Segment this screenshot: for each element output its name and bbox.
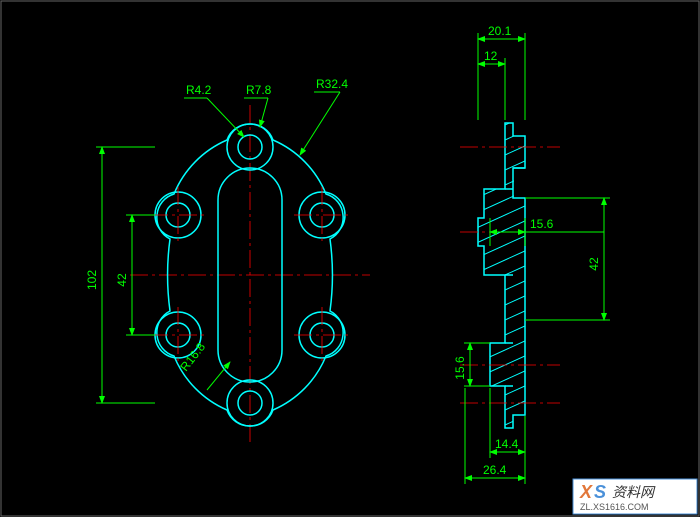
label-12: 12 <box>484 49 498 63</box>
callout-r78: R7.8 <box>244 83 272 127</box>
label-156a: 15.6 <box>530 217 554 231</box>
dim-12: 12 <box>478 49 505 120</box>
dim-144: 14.4 <box>490 388 525 458</box>
dim-156b: 15.6 <box>453 343 490 386</box>
label-201: 20.1 <box>488 24 512 38</box>
radius-callouts: R4.2 R7.8 R32.4 R16.8 <box>177 77 348 390</box>
dim-264: 26.4 <box>465 388 525 484</box>
label-t42: 42 <box>587 257 601 271</box>
boss-upper-left <box>150 187 206 243</box>
front-view: R4.2 R7.8 R32.4 R16.8 <box>85 77 370 445</box>
label-r78: R7.8 <box>246 83 272 97</box>
watermark: X S 资料网 ZL.XS1616.COM <box>573 479 697 514</box>
callout-r324: R32.4 <box>300 77 348 155</box>
label-102: 102 <box>85 270 99 290</box>
label-r42: R4.2 <box>186 83 212 97</box>
dim-201: 20.1 <box>478 24 525 120</box>
side-view: 20.1 12 15.6 42 15.6 <box>450 24 610 484</box>
label-264: 26.4 <box>483 463 507 477</box>
label-r168: R16.8 <box>177 340 208 374</box>
label-r324: R32.4 <box>316 77 348 91</box>
drawing-canvas: R4.2 R7.8 R32.4 R16.8 <box>0 0 700 517</box>
label-144: 14.4 <box>495 437 519 451</box>
boss-upper-right <box>294 187 350 243</box>
wm-x: X <box>579 482 593 502</box>
label-156b: 15.6 <box>453 356 467 380</box>
wm-cn: 资料网 <box>612 484 656 500</box>
wm-s: S <box>594 482 606 502</box>
boss-lower-right <box>294 307 350 363</box>
wm-url: ZL.XS1616.COM <box>580 502 649 512</box>
dim-156a: 15.6 <box>490 217 604 246</box>
label-42: 42 <box>115 273 129 287</box>
